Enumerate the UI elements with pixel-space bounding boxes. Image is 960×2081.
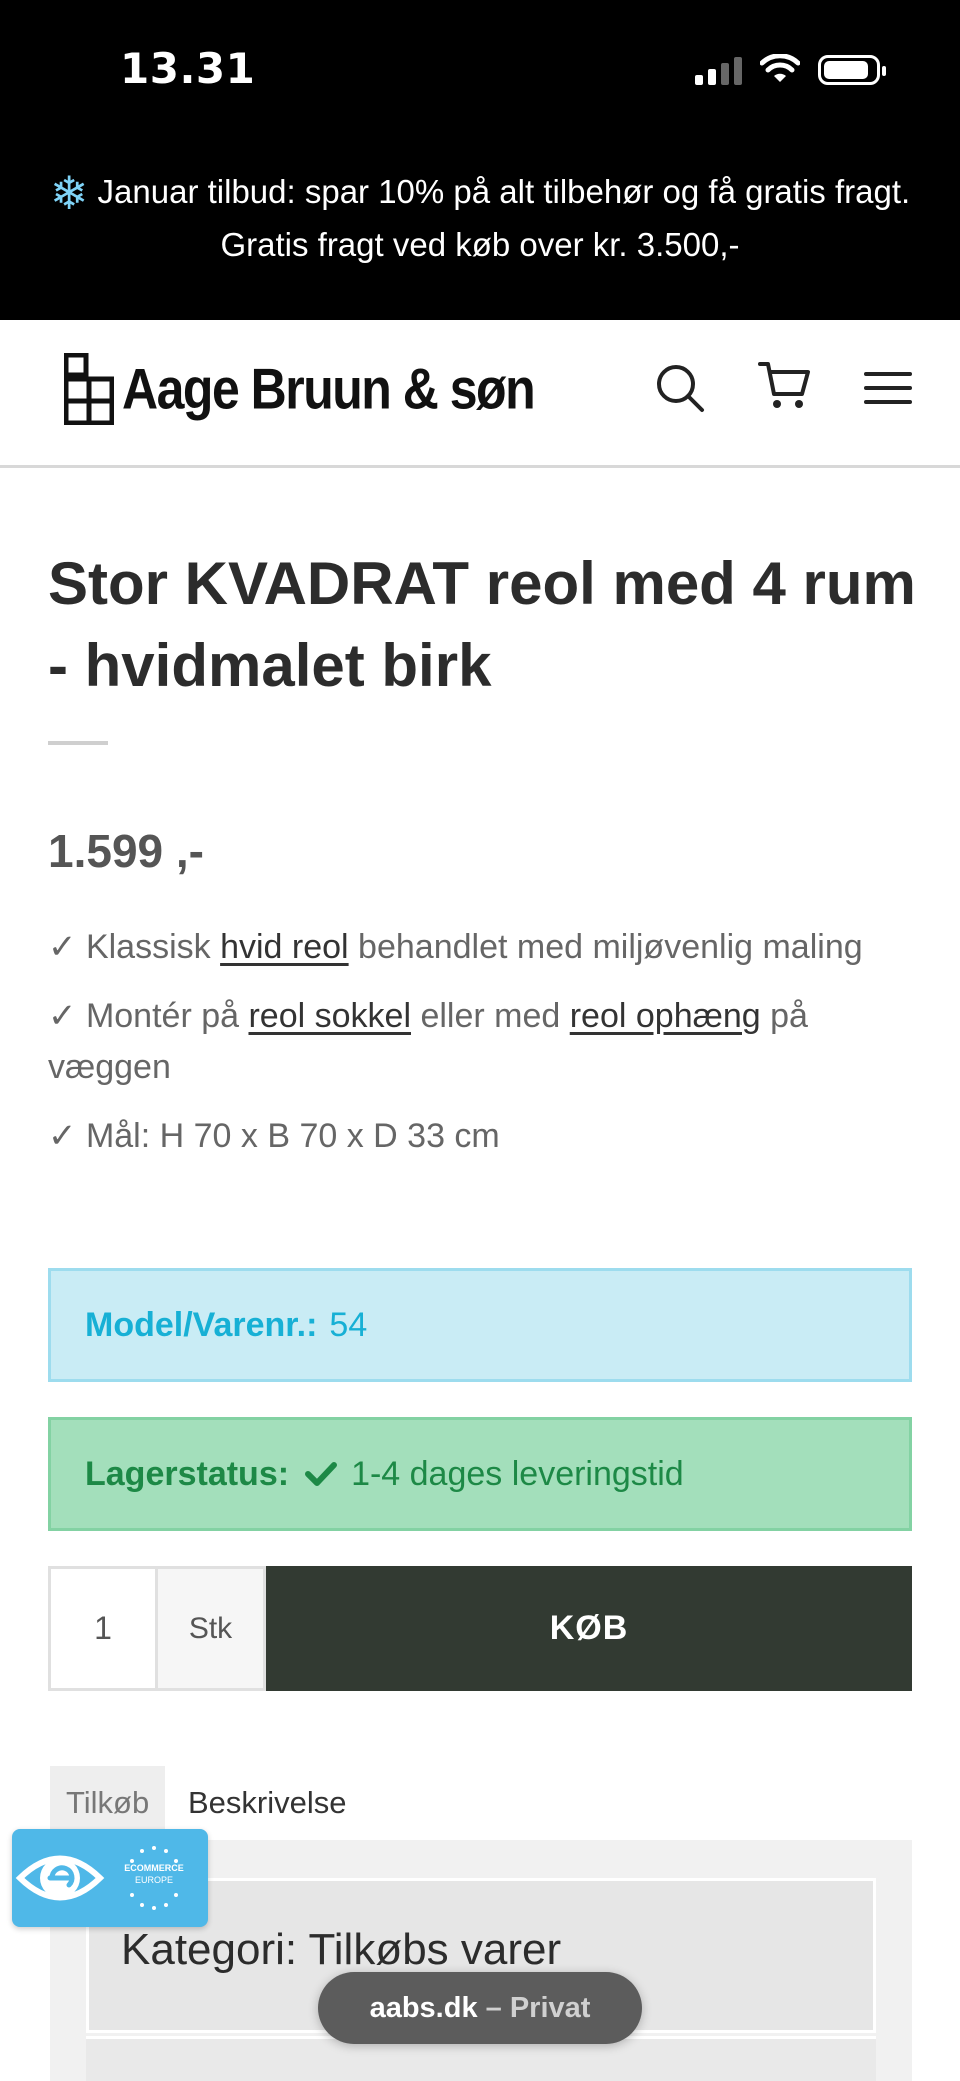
link-reol-sokkel[interactable]: reol sokkel	[248, 997, 411, 1035]
promo-text: Januar tilbud: spar 10% på alt tilbehør …	[97, 173, 911, 263]
browser-domain: aabs.dk	[369, 1992, 478, 2024]
model-value: 54	[329, 1305, 368, 1344]
svg-text:EUROPE: EUROPE	[135, 1875, 173, 1885]
link-hvid-reol[interactable]: hvid reol	[220, 928, 349, 966]
promo-banner[interactable]: ❄ Januar tilbud: spar 10% på alt tilbehø…	[20, 166, 940, 270]
browser-mode: – Privat	[477, 1992, 591, 2024]
trust-badge[interactable]: ECOMMERCE EUROPE	[12, 1829, 208, 1927]
title-divider	[48, 741, 108, 745]
unit-label: Stk	[158, 1566, 266, 1691]
browser-url-pill[interactable]: aabs.dk – Privat	[318, 1972, 642, 2044]
site-logo[interactable]: Aage Bruun & søn	[64, 353, 536, 425]
checkmark-icon	[305, 1462, 338, 1486]
logo-text: Aage Bruun & søn	[122, 356, 536, 422]
status-icons	[695, 52, 886, 88]
model-number-box: Model/Varenr.: 54	[48, 1268, 912, 1382]
logo-mark-icon	[64, 353, 114, 425]
battery-icon	[818, 55, 886, 85]
model-label: Model/Varenr.:	[85, 1305, 318, 1344]
feature-item: ✓ Montér på reol sokkel eller med reol o…	[48, 997, 808, 1086]
cart-icon[interactable]	[756, 358, 812, 414]
feature-item: ✓ Mål: H 70 x B 70 x D 33 cm	[48, 1117, 500, 1155]
stock-label: Lagerstatus:	[85, 1454, 290, 1493]
wifi-icon	[760, 54, 800, 82]
category-heading: Kategori: Tilkøbs varer	[121, 1925, 562, 1974]
menu-icon[interactable]	[860, 360, 916, 416]
status-time: 13.31	[120, 44, 256, 93]
check-icon: ✓	[48, 997, 77, 1035]
stock-value: 1-4 dages leveringstid	[351, 1454, 684, 1493]
search-icon[interactable]	[652, 360, 708, 416]
check-icon: ✓	[48, 1117, 77, 1155]
stock-status-box: Lagerstatus: 1-4 dages leveringstid	[48, 1417, 912, 1531]
product-features: ✓ Klassisk hvid reol behandlet med miljø…	[48, 922, 918, 1180]
feature-item: ✓ Klassisk hvid reol behandlet med miljø…	[48, 928, 863, 966]
product-title: Stor KVADRAT reol med 4 rum - hvidmalet …	[48, 550, 916, 699]
e-mark-icon: ECOMMERCE EUROPE	[15, 1846, 184, 1910]
quantity-input[interactable]: 1	[48, 1566, 158, 1691]
svg-text:ECOMMERCE: ECOMMERCE	[124, 1863, 184, 1873]
snowflake-icon: ❄	[49, 167, 89, 219]
check-icon: ✓	[48, 928, 77, 966]
link-reol-ophaeng[interactable]: reol ophæng	[570, 997, 761, 1035]
top-banner-area: 13.31 ❄ Januar tilbud: spar 10% på alt t…	[0, 0, 960, 320]
product-price: 1.599 ,-	[48, 825, 204, 877]
site-header: Aage Bruun & søn	[0, 320, 960, 468]
cellular-signal-icon	[695, 55, 742, 85]
buy-button[interactable]: KØB	[266, 1566, 912, 1691]
